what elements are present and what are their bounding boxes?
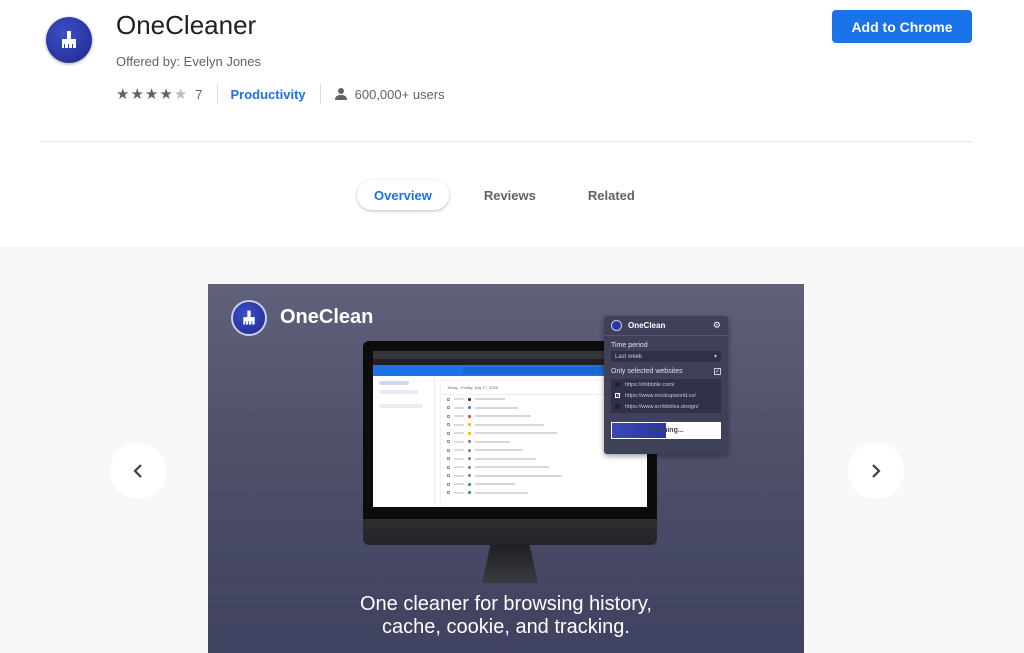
sidebar-line (379, 381, 409, 385)
tab-overview[interactable]: Overview (357, 180, 449, 210)
sidebar-line (379, 404, 423, 408)
popup-header: OneClean ⚙ (604, 316, 728, 336)
person-icon (334, 88, 347, 100)
history-sidebar (373, 376, 435, 507)
offered-by: Offered by: Evelyn Jones (116, 54, 262, 69)
star-filled-icon: ★ (144, 85, 159, 103)
time-period-value: Last week (615, 353, 643, 360)
only-selected-row: Only selected websites ✓ (604, 362, 728, 377)
extension-title: OneCleaner (116, 10, 257, 40)
history-row (441, 472, 641, 481)
next-slide-button[interactable] (848, 443, 904, 499)
divider (319, 84, 321, 104)
site-item: https://dribbble.com/ (611, 379, 721, 390)
user-count-text: 600,000+ users (354, 86, 445, 102)
promo-slide[interactable]: OneClean Today - Friday, July 17, 2020 O… (208, 284, 804, 653)
site-checkbox (615, 404, 620, 409)
history-row (441, 489, 641, 498)
site-list: https://dribbble.com/ ✓ https://www.mockup… (611, 379, 721, 413)
extension-popup: OneClean ⚙ Time period Last week ▾ Only … (604, 316, 728, 454)
gear-icon: ⚙ (712, 320, 721, 330)
site-item: ✓ https://www.mockupworld.co/ (611, 390, 721, 401)
cleaning-progress-button: Cleaning... (611, 422, 721, 439)
slide-tagline: One cleaner for browsing history, cache,… (208, 593, 804, 639)
tab-bar: Overview Reviews Related (357, 180, 652, 210)
broom-icon (243, 310, 255, 325)
only-selected-checkbox: ✓ (714, 368, 721, 375)
history-search (463, 367, 613, 374)
slide-logo (231, 300, 267, 336)
only-selected-label: Only selected websites (611, 368, 683, 375)
history-row (441, 480, 641, 489)
site-checkbox: ✓ (615, 393, 621, 399)
site-url: https://dribbble.com/ (625, 381, 675, 388)
star-filled-icon: ★ (116, 85, 130, 103)
star-rating[interactable]: ★ ★ ★ ★ ★ (116, 87, 187, 102)
tab-related[interactable]: Related (571, 180, 652, 210)
popup-name: OneClean (628, 321, 666, 330)
monitor-chin (363, 519, 657, 545)
add-to-chrome-button[interactable]: Add to Chrome (832, 10, 972, 43)
tab-reviews[interactable]: Reviews (467, 180, 553, 210)
star-empty-icon: ★ (173, 85, 188, 103)
site-url: https://www.scribbbles.design/ (625, 403, 699, 410)
broom-icon (62, 31, 76, 48)
screenshot-gallery: OneClean Today - Friday, July 17, 2020 O… (0, 247, 1024, 653)
chevron-down-icon: ▾ (713, 354, 717, 360)
header-divider (41, 141, 973, 142)
user-count: 600,000+ users (334, 87, 445, 102)
tagline-line-1: One cleaner for browsing history, (360, 593, 652, 615)
site-url: https://www.mockupworld.co/ (625, 392, 696, 399)
history-row (441, 463, 641, 472)
chevron-right-icon (872, 464, 881, 478)
site-item: https://www.scribbbles.design/ (611, 401, 721, 412)
monitor-stand (482, 545, 538, 583)
star-filled-icon: ★ (159, 85, 173, 103)
chevron-left-icon (133, 464, 142, 478)
history-row (441, 455, 641, 464)
previous-slide-button[interactable] (110, 443, 166, 499)
tagline-line-2: cache, cookie, and tracking. (382, 616, 630, 638)
category-link[interactable]: Productivity (231, 87, 306, 102)
cleaning-label: Cleaning... (648, 427, 684, 434)
meta-row: ★ ★ ★ ★ ★ 7 Productivity 600,000+ users (116, 84, 445, 104)
time-period-select: Last week ▾ (611, 351, 721, 362)
rating-count[interactable]: 7 (195, 87, 202, 102)
site-checkbox (615, 382, 620, 387)
sidebar-line (379, 390, 419, 394)
star-filled-icon: ★ (130, 85, 144, 103)
popup-logo (611, 320, 622, 331)
app-icon (46, 17, 92, 63)
slide-brand: OneClean (280, 306, 374, 328)
divider (216, 84, 218, 104)
extension-header: OneCleaner Offered by: Evelyn Jones ★ ★ ★ ★… (0, 0, 1024, 247)
time-period-label: Time period (611, 342, 648, 349)
